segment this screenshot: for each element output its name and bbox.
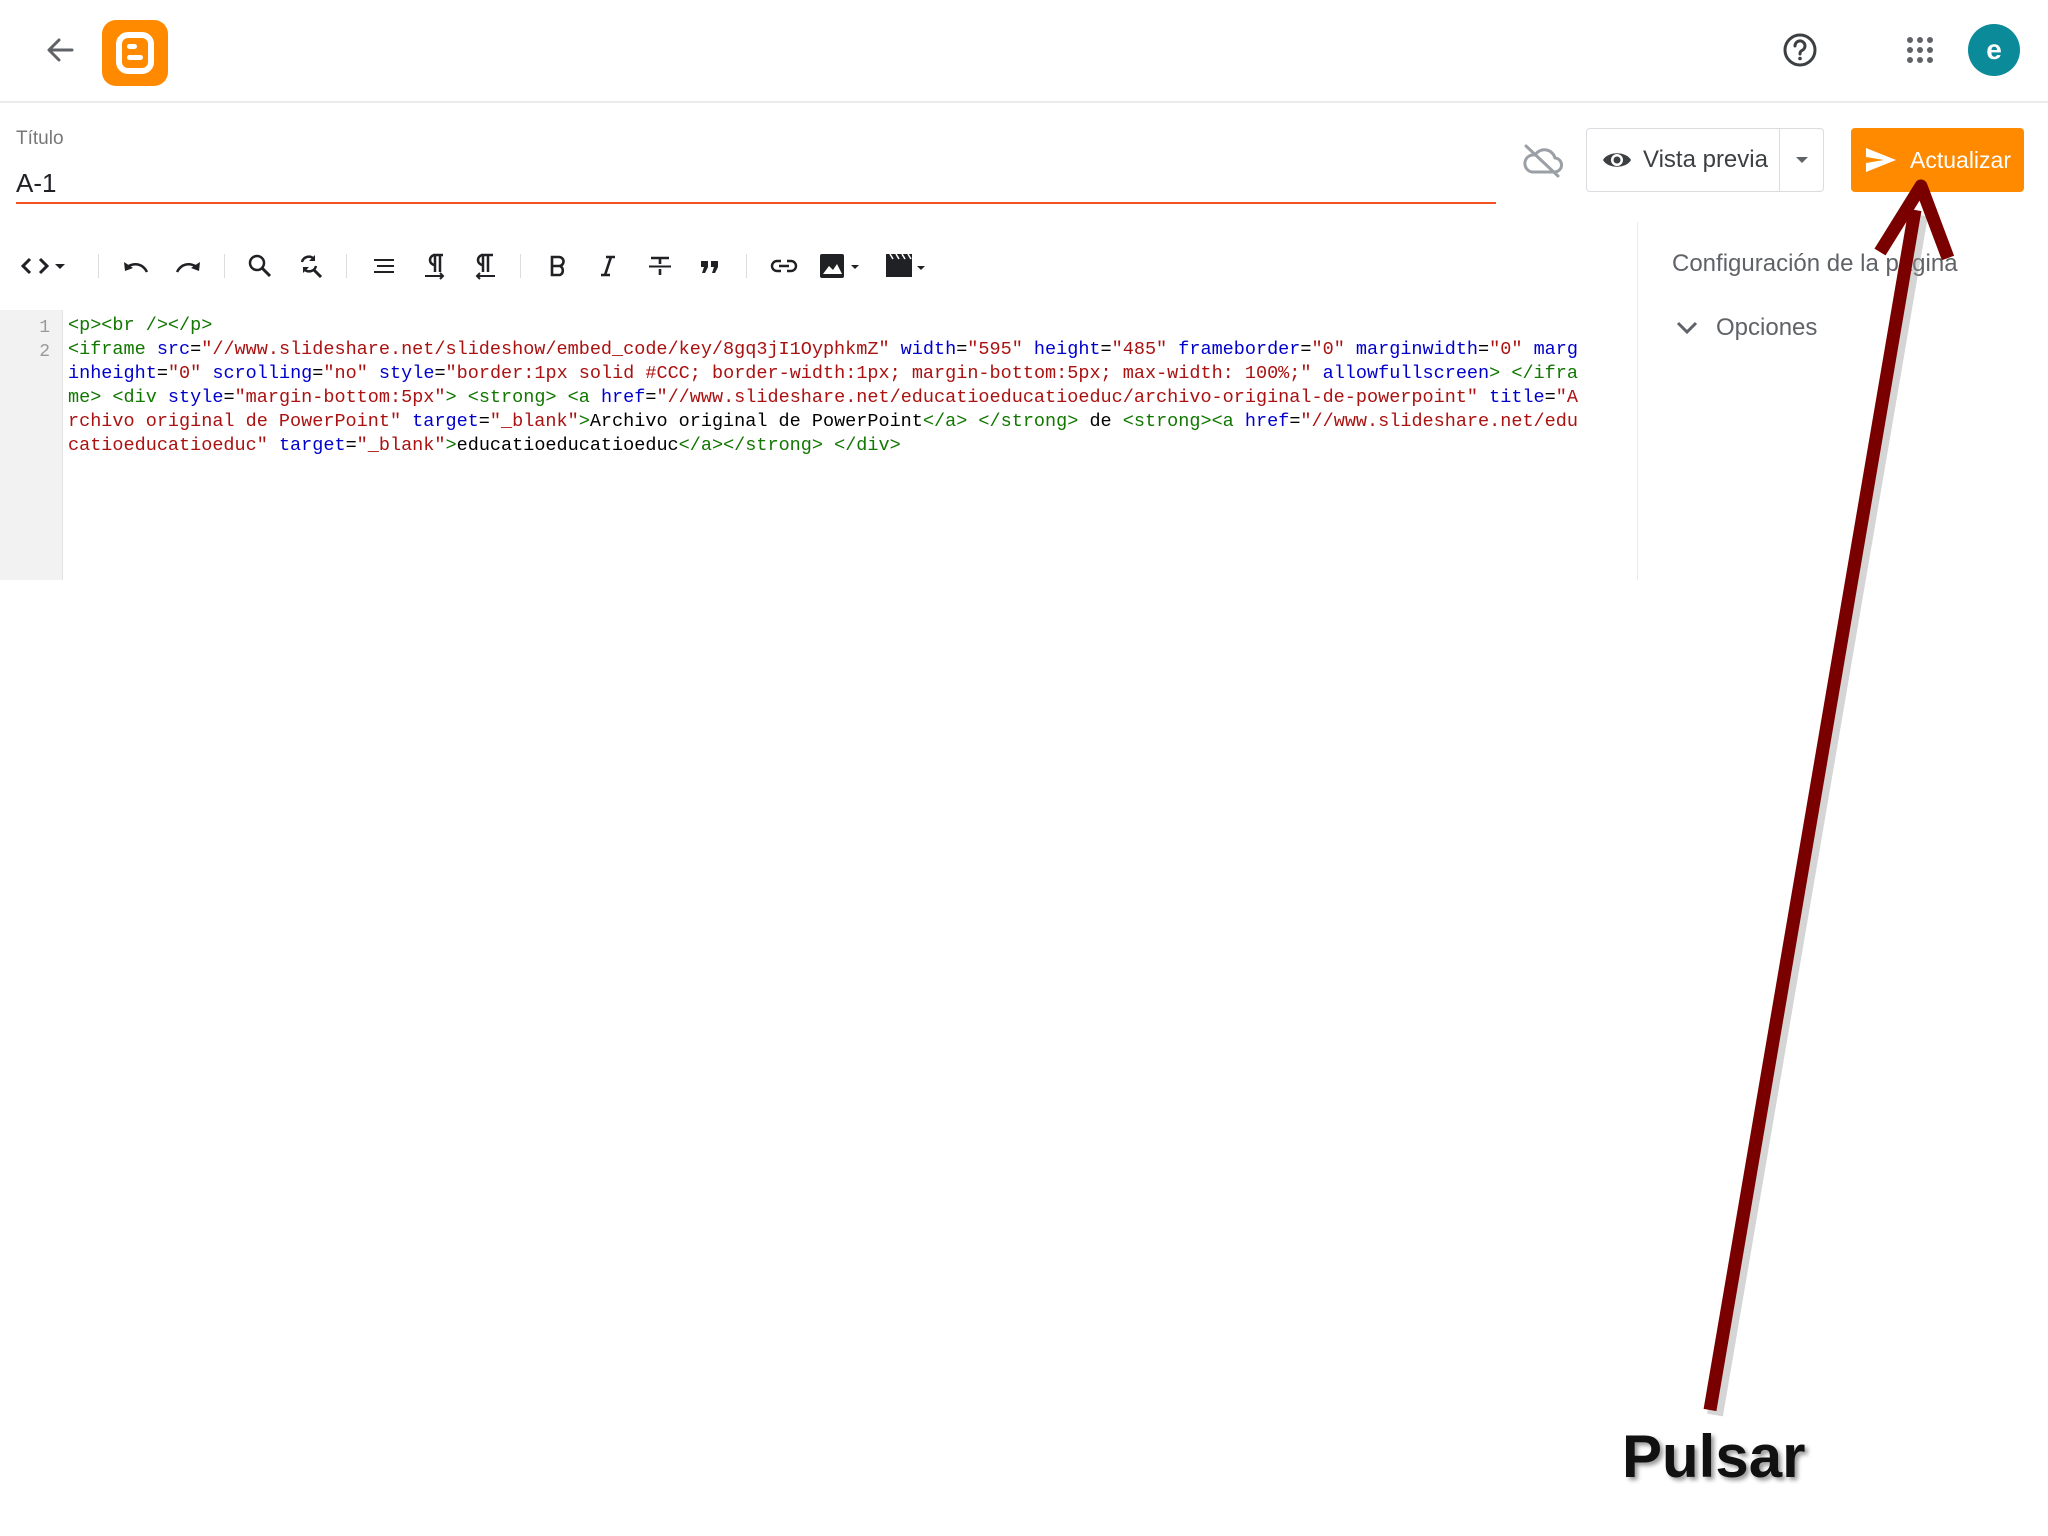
quote-icon [701, 261, 718, 273]
annotation-arrow [1703, 179, 1955, 1417]
bold-icon [550, 255, 565, 277]
line-number: 1 [39, 318, 50, 338]
options-toggle[interactable]: Opciones [1676, 310, 1817, 346]
format-align-icon [374, 259, 394, 273]
caret-down-icon [1796, 157, 1808, 163]
paragraph-ltr-button[interactable] [416, 244, 452, 288]
find-replace-icon [300, 255, 323, 279]
search-button[interactable] [242, 244, 278, 288]
strikethrough-button[interactable] [642, 244, 678, 288]
align-button[interactable] [366, 244, 402, 288]
insert-video-button[interactable] [882, 244, 932, 288]
annotation-label: Pulsar [1622, 1423, 1806, 1490]
preview-button[interactable]: Vista previa [1587, 129, 1779, 191]
paragraph-ltr-icon [425, 253, 445, 280]
code-icon [21, 257, 65, 275]
blogger-logo[interactable] [102, 20, 168, 86]
account-avatar[interactable]: e [1968, 24, 2020, 76]
paragraph-rtl-button[interactable] [468, 244, 504, 288]
link-button[interactable] [764, 244, 804, 288]
search-icon [248, 254, 272, 278]
code-editor[interactable]: <p><br /></p> <iframe src="//www.slidesha… [68, 314, 1588, 458]
title-label: Título [16, 128, 64, 149]
apps-grid-icon[interactable] [1900, 30, 1940, 70]
undo-icon [124, 262, 149, 273]
bold-button[interactable] [540, 244, 576, 288]
redo-button[interactable] [170, 244, 206, 288]
eye-icon [1603, 153, 1631, 167]
code-view-button[interactable] [18, 244, 74, 288]
options-label: Opciones [1716, 314, 1818, 341]
code-line-2: <iframe src="//www.slideshare.net/slides… [68, 339, 1578, 456]
update-label: Actualizar [1910, 146, 2011, 173]
title-input[interactable] [16, 164, 1496, 204]
chevron-down-icon [1676, 321, 1698, 335]
editor-toolbar [0, 244, 1620, 288]
page-settings-title: Configuración de la página [1672, 250, 1958, 277]
preview-dropdown-button[interactable] [1779, 129, 1824, 191]
find-replace-button[interactable] [292, 244, 328, 288]
quote-button[interactable] [692, 244, 728, 288]
cloud-off-icon [1520, 142, 1564, 180]
top-bar [0, 0, 2048, 103]
back-arrow-icon[interactable] [40, 30, 80, 70]
redo-icon [175, 262, 200, 273]
image-icon [820, 254, 859, 278]
preview-button-group: Vista previa [1586, 128, 1824, 192]
line-number: 2 [39, 342, 50, 362]
paragraph-rtl-icon [475, 253, 495, 280]
code-gutter: 1 2 [0, 310, 63, 580]
panel-divider [1637, 222, 1638, 580]
italic-button[interactable] [590, 244, 626, 288]
strikethrough-icon [649, 256, 671, 275]
insert-image-button[interactable] [816, 244, 866, 288]
video-icon [886, 253, 925, 277]
preview-label: Vista previa [1643, 146, 1768, 173]
send-icon [1866, 148, 1896, 172]
code-line-1: <p><br /></p> [68, 315, 213, 336]
italic-icon [601, 255, 615, 277]
help-icon[interactable] [1780, 30, 1820, 70]
link-icon [770, 259, 798, 273]
update-button[interactable]: Actualizar [1851, 128, 2024, 192]
undo-button[interactable] [118, 244, 154, 288]
